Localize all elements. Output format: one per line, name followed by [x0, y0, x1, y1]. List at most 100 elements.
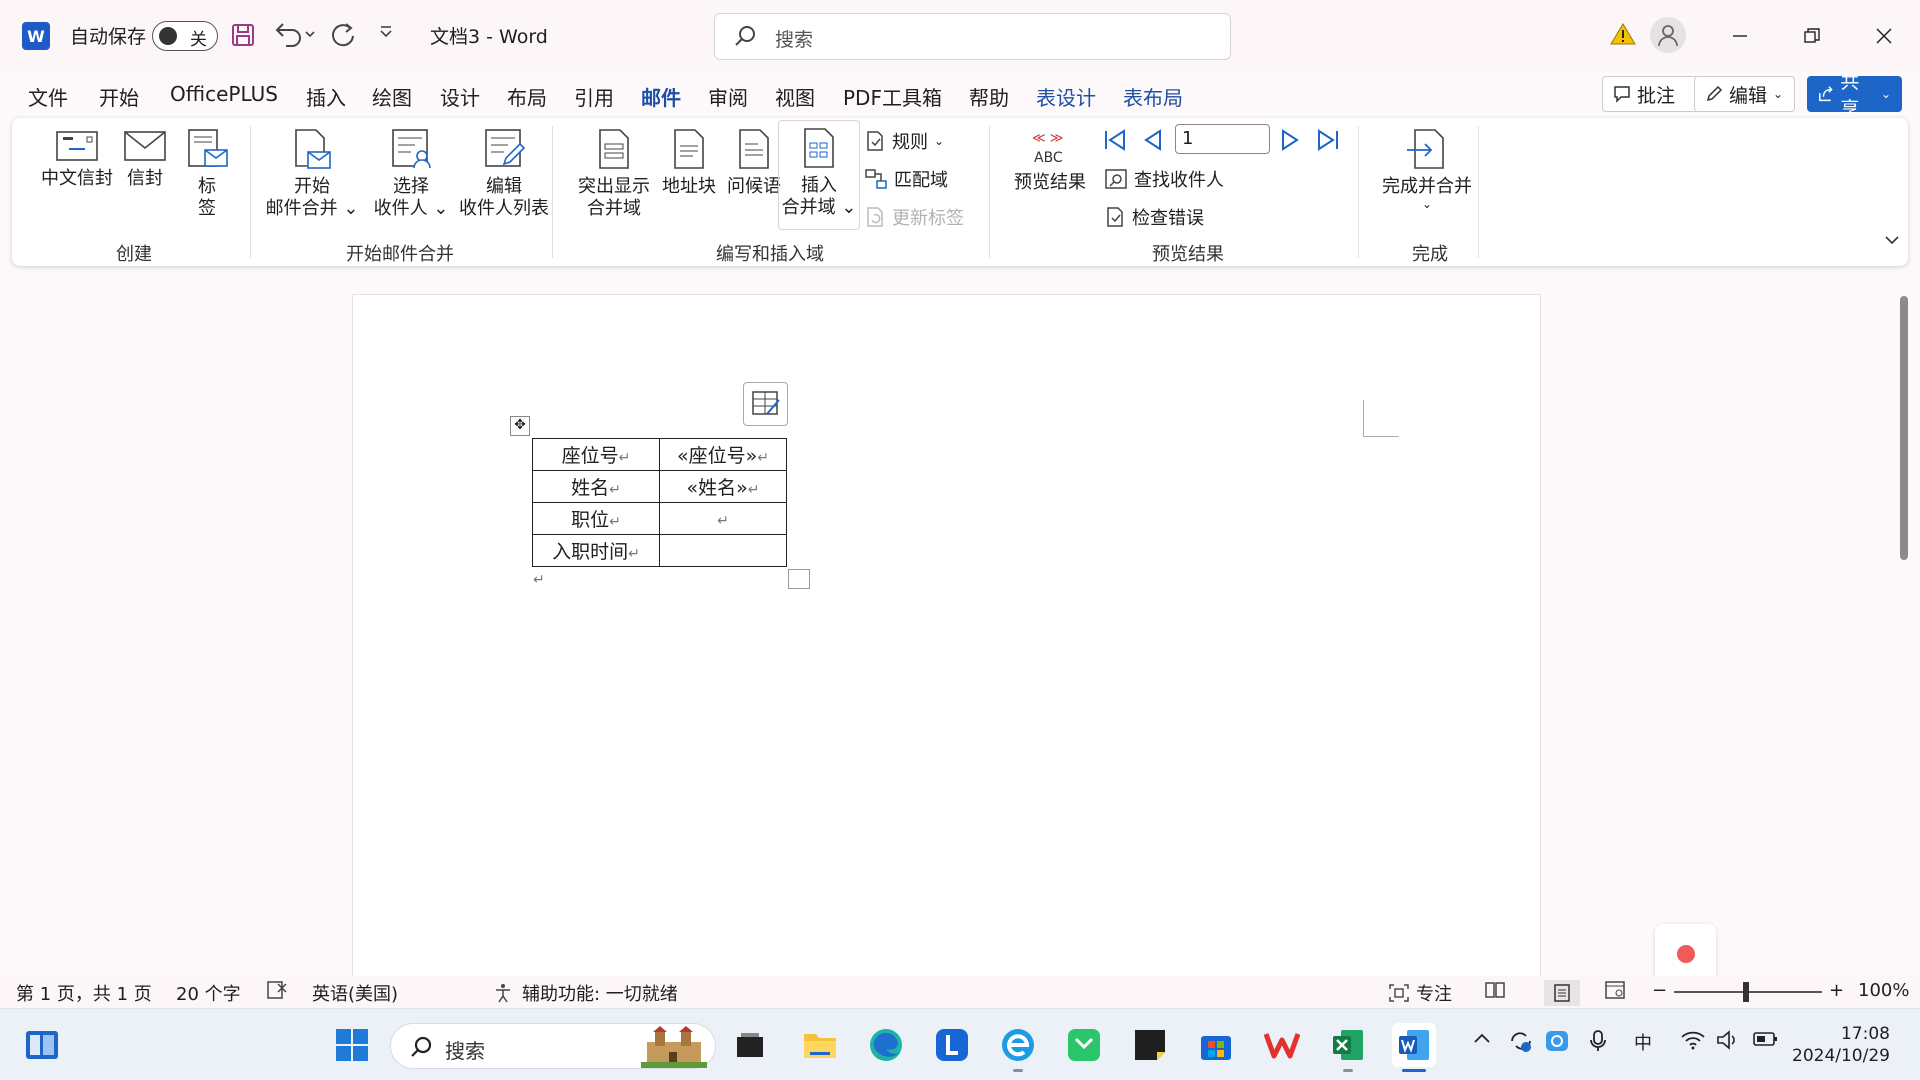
edge-browser-icon[interactable] [864, 1023, 908, 1067]
lenovo-app-icon[interactable] [930, 1023, 974, 1067]
tab-layout[interactable]: 布局 [507, 82, 547, 111]
start-mail-merge-button[interactable]: 开始 邮件合并 ⌄ [264, 128, 360, 220]
system-clock[interactable]: 17:08 2024/10/29 [1792, 1023, 1890, 1067]
table-resize-handle[interactable] [788, 569, 810, 589]
table-row[interactable]: 职位↵ ↵ [532, 502, 787, 535]
tab-review[interactable]: 审阅 [708, 82, 748, 111]
tab-draw[interactable]: 绘图 [372, 82, 412, 111]
share-button[interactable]: 共享 ⌄ [1807, 71, 1902, 120]
table-cell-value[interactable]: «姓名»↵ [659, 470, 787, 503]
sync-icon[interactable] [1508, 1029, 1534, 1053]
ime-indicator[interactable]: 中 [1634, 1029, 1652, 1055]
table-cell-label[interactable]: 职位↵ [532, 502, 660, 535]
file-explorer-icon[interactable] [798, 1023, 842, 1067]
web-layout-icon[interactable] [1604, 980, 1626, 1000]
warning-icon[interactable] [1610, 22, 1636, 46]
widgets-icon[interactable] [20, 1023, 64, 1067]
customize-qat-icon[interactable] [378, 24, 394, 40]
table-cell-label[interactable]: 姓名↵ [532, 470, 660, 503]
table-cell-value[interactable]: «座位号»↵ [659, 438, 787, 471]
zoom-level[interactable]: 100% [1858, 980, 1909, 1001]
word-taskbar-icon[interactable] [1392, 1023, 1436, 1067]
table-row[interactable]: 座位号↵ «座位号»↵ [532, 438, 787, 471]
tab-pdf-toolbox[interactable]: PDF工具箱 [843, 82, 942, 111]
restore-button[interactable] [1792, 18, 1832, 54]
microsoft-store-icon[interactable] [1194, 1023, 1238, 1067]
match-fields-button[interactable]: 匹配域 [864, 166, 948, 192]
table-row[interactable]: 姓名↵ «姓名»↵ [532, 470, 787, 503]
tab-mailings[interactable]: 邮件 [641, 82, 681, 121]
tab-file[interactable]: 文件 [28, 82, 68, 111]
zoom-out-button[interactable]: − [1652, 980, 1667, 1001]
save-icon[interactable] [230, 22, 256, 48]
table-cell-value[interactable]: ↵ [659, 502, 787, 535]
tab-design[interactable]: 设计 [440, 82, 480, 111]
start-icon[interactable] [330, 1023, 374, 1067]
find-recipient-button[interactable]: 查找收件人 [1104, 166, 1224, 192]
envelope-button[interactable]: 信封 [120, 128, 170, 190]
task-view-icon[interactable] [728, 1023, 772, 1067]
zoom-in-button[interactable]: + [1829, 980, 1844, 1001]
last-record-button[interactable] [1315, 128, 1341, 152]
taskbar-search-box[interactable]: 搜索 [390, 1023, 716, 1069]
tab-help[interactable]: 帮助 [969, 82, 1009, 111]
word-logo-icon[interactable]: W [22, 22, 50, 50]
focus-mode-button[interactable]: 专注 [1388, 980, 1452, 1006]
language-status[interactable]: 英语(美国) [312, 980, 398, 1006]
microphone-icon[interactable] [1588, 1029, 1608, 1053]
excel-icon[interactable] [1326, 1023, 1370, 1067]
check-errors-button[interactable]: 检查错误 [1104, 204, 1204, 230]
tab-references[interactable]: 引用 [574, 82, 614, 111]
table-move-handle[interactable]: ✥ [510, 416, 530, 436]
table-cell-label[interactable]: 入职时间↵ [532, 534, 660, 567]
minimize-button[interactable] [1720, 18, 1760, 54]
edit-recipient-list-button[interactable]: 编辑 收件人列表 [444, 128, 564, 220]
preview-results-button[interactable]: ≪ ≫ ABC 预览结果 [1000, 132, 1100, 194]
next-record-button[interactable] [1279, 128, 1301, 152]
collapse-ribbon-button[interactable] [1884, 234, 1900, 246]
table-cell-label[interactable]: 座位号↵ [532, 438, 660, 471]
highlight-merge-fields-button[interactable]: 突出显示 合并域 [564, 128, 664, 220]
previous-record-button[interactable] [1142, 128, 1164, 152]
table-row[interactable]: 入职时间↵ [532, 534, 787, 567]
read-mode-icon[interactable] [1484, 980, 1506, 1000]
record-number-input[interactable]: 1 [1175, 124, 1270, 154]
merge-table[interactable]: 座位号↵ «座位号»↵ 姓名↵ «姓名»↵ 职位↵ ↵ 入职时间↵ [532, 438, 787, 567]
comments-button[interactable]: 批注 [1602, 76, 1708, 112]
zoom-slider-thumb[interactable] [1743, 982, 1749, 1002]
tab-view[interactable]: 视图 [775, 82, 815, 111]
word-count[interactable]: 20 个字 [176, 980, 241, 1006]
wechat-icon[interactable] [1062, 1023, 1106, 1067]
document-page[interactable] [352, 294, 1541, 980]
vertical-scrollbar[interactable] [1900, 296, 1908, 560]
editing-button[interactable]: 编辑 ⌄ [1694, 76, 1795, 112]
labels-button[interactable]: 标 签 [186, 128, 228, 220]
address-block-button[interactable]: 地址块 [652, 128, 726, 198]
redo-icon[interactable] [328, 20, 358, 50]
first-record-button[interactable] [1102, 128, 1128, 152]
battery-icon[interactable] [1752, 1029, 1780, 1049]
chinese-envelope-button[interactable]: 中文信封 [32, 128, 122, 190]
user-avatar-icon[interactable] [1650, 17, 1686, 53]
tab-table-design[interactable]: 表设计 [1036, 82, 1096, 111]
undo-icon[interactable] [272, 20, 316, 48]
print-layout-icon[interactable] [1544, 980, 1580, 1006]
browser-e-icon[interactable] [996, 1023, 1040, 1067]
chevron-up-icon[interactable] [1472, 1029, 1492, 1049]
tab-home[interactable]: 开始 [99, 82, 139, 111]
page-count[interactable]: 第 1 页，共 1 页 [16, 980, 152, 1006]
insert-merge-field-button[interactable]: 插入 合并域 ⌄ [778, 120, 860, 230]
quick-table-icon[interactable] [743, 382, 788, 426]
sticky-notes-icon[interactable] [1128, 1023, 1172, 1067]
tab-insert[interactable]: 插入 [306, 82, 346, 111]
rules-button[interactable]: 规则 ⌄ [864, 128, 944, 154]
close-button[interactable] [1864, 18, 1904, 54]
proofing-icon[interactable] [266, 980, 288, 1000]
update-labels-button[interactable]: 更新标签 [864, 204, 964, 230]
finish-merge-button[interactable]: 完成并合并 ⌄ [1372, 128, 1482, 210]
wifi-icon[interactable] [1680, 1029, 1706, 1051]
tab-officeplus[interactable]: OfficePLUS [170, 82, 278, 106]
volume-icon[interactable] [1716, 1029, 1740, 1051]
search-box[interactable]: 搜索 [714, 13, 1231, 60]
wps-icon[interactable] [1260, 1023, 1304, 1067]
